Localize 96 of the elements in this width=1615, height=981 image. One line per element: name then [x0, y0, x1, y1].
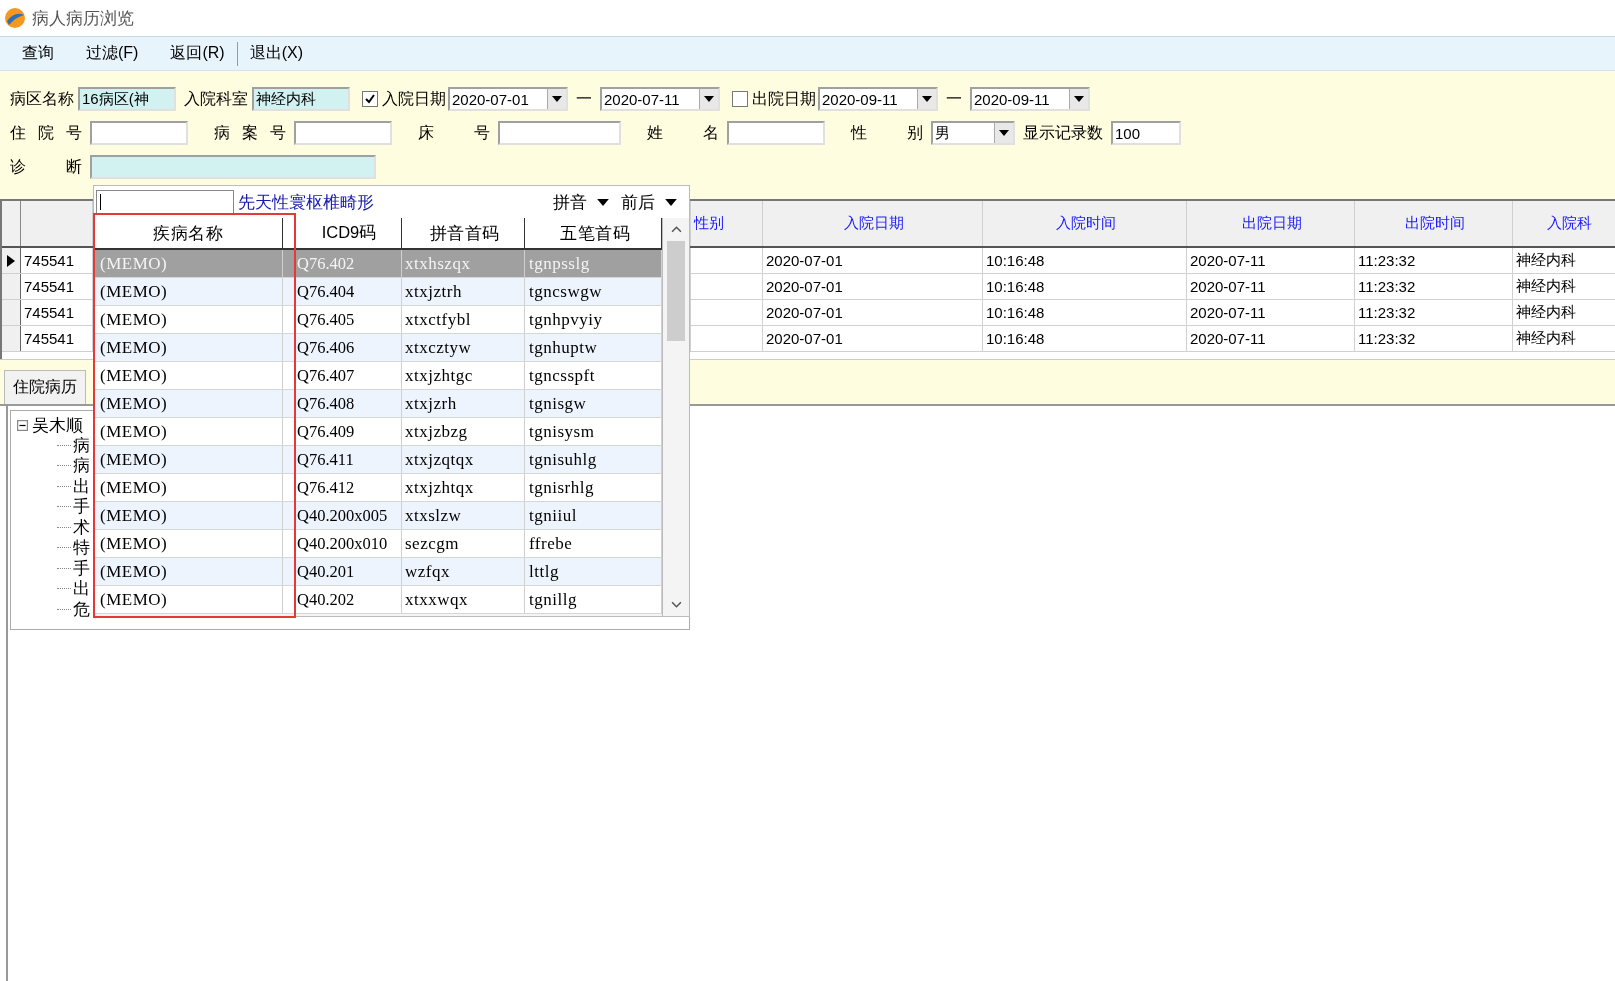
dropdown-field[interactable]: 2020-09-11 — [970, 87, 1090, 111]
column-header[interactable]: 入院时间 — [983, 201, 1187, 246]
field-label: 诊 断 — [10, 156, 82, 177]
checkbox[interactable] — [362, 91, 378, 107]
collapse-icon[interactable] — [17, 419, 28, 431]
table-cell: 10:16:48 — [983, 300, 1187, 325]
list-row[interactable]: (MEMO) Q76.406 xtxcztyw tgnhuptw — [94, 334, 662, 362]
column-header[interactable]: 出院时间 — [1355, 201, 1513, 246]
tab[interactable]: 住院病历 — [4, 370, 86, 404]
list-row[interactable]: (MEMO) Q40.200x010 sezcgm ffrebe — [94, 530, 662, 558]
table-cell: 11:23:32 — [1355, 300, 1513, 325]
field-label: 入院科室 — [184, 88, 248, 109]
app-logo-icon — [4, 7, 26, 29]
menu-item[interactable]: 查询 — [20, 43, 68, 64]
column-header[interactable]: 入院日期 — [763, 201, 983, 246]
column-header[interactable]: 拼音首码 — [402, 218, 525, 248]
list-row[interactable]: (MEMO) Q76.412 xtxjzhtqx tgnisrhlg — [94, 474, 662, 502]
field-label: 姓 名 — [647, 122, 719, 143]
window-title: 病人病历浏览 — [32, 7, 134, 30]
table-cell: 10:16:48 — [983, 326, 1187, 351]
scroll-up-icon[interactable] — [670, 226, 682, 233]
column-header[interactable]: ICD9码 — [283, 218, 402, 248]
row-indicator[interactable] — [2, 248, 21, 273]
range-dash: 一 — [576, 88, 592, 109]
list-row[interactable]: (MEMO) Q76.411 xtxjzqtqx tgnisuhlg — [94, 446, 662, 474]
range-dash: 一 — [946, 88, 962, 109]
table-cell: 神经内科 — [1513, 300, 1615, 325]
table-cell: 2020-07-01 — [763, 274, 983, 299]
menu-item[interactable]: 退出(X) — [247, 43, 317, 64]
list-row[interactable]: (MEMO) Q40.201 wzfqx lttlg — [94, 558, 662, 586]
table-cell: 11:23:32 — [1355, 274, 1513, 299]
dropdown-field[interactable]: 男 — [931, 121, 1015, 145]
table-cell: 745541 — [21, 248, 93, 273]
dropdown-arrow-icon — [1074, 96, 1084, 102]
option-dropdown[interactable]: 拼音 — [553, 190, 609, 214]
dropdown-field[interactable]: 2020-07-01 — [448, 87, 568, 111]
list-row[interactable]: (MEMO) Q76.405 xtxctfybl tgnhpvyiy — [94, 306, 662, 334]
dropdown-arrow-icon — [552, 96, 562, 102]
table-cell: 神经内科 — [1513, 248, 1615, 273]
checkbox[interactable] — [732, 91, 748, 107]
list-row[interactable]: (MEMO) Q40.202 xtxxwqx tgnillg — [94, 586, 662, 614]
list-row[interactable]: (MEMO) Q76.404 xtxjztrh tgncswgw — [94, 278, 662, 306]
table-cell: 2020-07-11 — [1187, 300, 1355, 325]
list-row[interactable]: (MEMO) Q76.409 xtxjzbzg tgnisysm — [94, 418, 662, 446]
table-cell: 2020-07-11 — [1187, 326, 1355, 351]
table-cell: 2020-07-11 — [1187, 274, 1355, 299]
dropdown-arrow-icon — [597, 198, 609, 206]
list-row[interactable]: (MEMO) Q76.407 xtxjzhtgc tgncsspft — [94, 362, 662, 390]
table-cell: 10:16:48 — [983, 248, 1187, 273]
input-field[interactable] — [727, 121, 825, 145]
input-field[interactable]: 神经内科 — [252, 87, 350, 111]
field-label: 住 院 号 — [10, 122, 82, 143]
table-cell: 2020-07-11 — [1187, 248, 1355, 273]
scroll-down-icon[interactable] — [670, 601, 682, 608]
field-label: 性 别 — [851, 122, 923, 143]
dropdown-arrow-icon — [922, 96, 932, 102]
option-dropdown[interactable]: 前后 — [621, 190, 677, 214]
column-header[interactable]: 出院日期 — [1187, 201, 1355, 246]
table-cell: 10:16:48 — [983, 274, 1187, 299]
scrollbar-thumb[interactable] — [667, 241, 685, 341]
dropdown-arrow-icon — [704, 96, 714, 102]
input-field[interactable] — [90, 155, 376, 179]
table-cell: 2020-07-01 — [763, 248, 983, 273]
table-cell: 11:23:32 — [1355, 326, 1513, 351]
table-cell: 2020-07-01 — [763, 326, 983, 351]
table-cell: 2020-07-01 — [763, 300, 983, 325]
input-field[interactable] — [498, 121, 621, 145]
table-cell: 11:23:32 — [1355, 248, 1513, 273]
dropdown-arrow-icon — [999, 130, 1009, 136]
menu-item[interactable]: 过滤(F) — [84, 43, 153, 64]
table-cell: 745541 — [21, 300, 93, 325]
field-label: 病区名称 — [10, 88, 74, 109]
table-cell: 745541 — [21, 274, 93, 299]
checkbox-label: 出院日期 — [752, 88, 816, 109]
column-header[interactable]: 性别 — [691, 201, 763, 246]
field-label: 显示记录数 — [1023, 122, 1103, 143]
search-field[interactable] — [96, 190, 234, 214]
table-cell: 神经内科 — [1513, 326, 1615, 351]
input-field[interactable]: 16病区(神 — [78, 87, 176, 111]
diagnosis-hint: 先天性寰枢椎畸形 — [238, 191, 374, 214]
menu-item[interactable]: 返回(R) — [168, 43, 239, 64]
checkbox-label: 入院日期 — [382, 88, 446, 109]
table-cell: 745541 — [21, 326, 93, 351]
dropdown-field[interactable]: 2020-07-11 — [600, 87, 720, 111]
field-label: 床 号 — [418, 122, 490, 143]
list-row[interactable]: (MEMO) Q76.408 xtxjzrh tgnisgw — [94, 390, 662, 418]
table-cell: 神经内科 — [1513, 274, 1615, 299]
dropdown-field[interactable]: 2020-09-11 — [818, 87, 938, 111]
column-header[interactable]: 五笔首码 — [525, 218, 662, 248]
input-field[interactable] — [90, 121, 188, 145]
list-row[interactable]: (MEMO) Q40.200x005 xtxslzw tgniiul — [94, 502, 662, 530]
input-field[interactable]: 100 — [1111, 121, 1181, 145]
input-field[interactable] — [294, 121, 392, 145]
column-header[interactable]: 入院科 — [1513, 201, 1615, 246]
field-label: 病 案 号 — [214, 122, 286, 143]
dropdown-arrow-icon — [665, 198, 677, 206]
